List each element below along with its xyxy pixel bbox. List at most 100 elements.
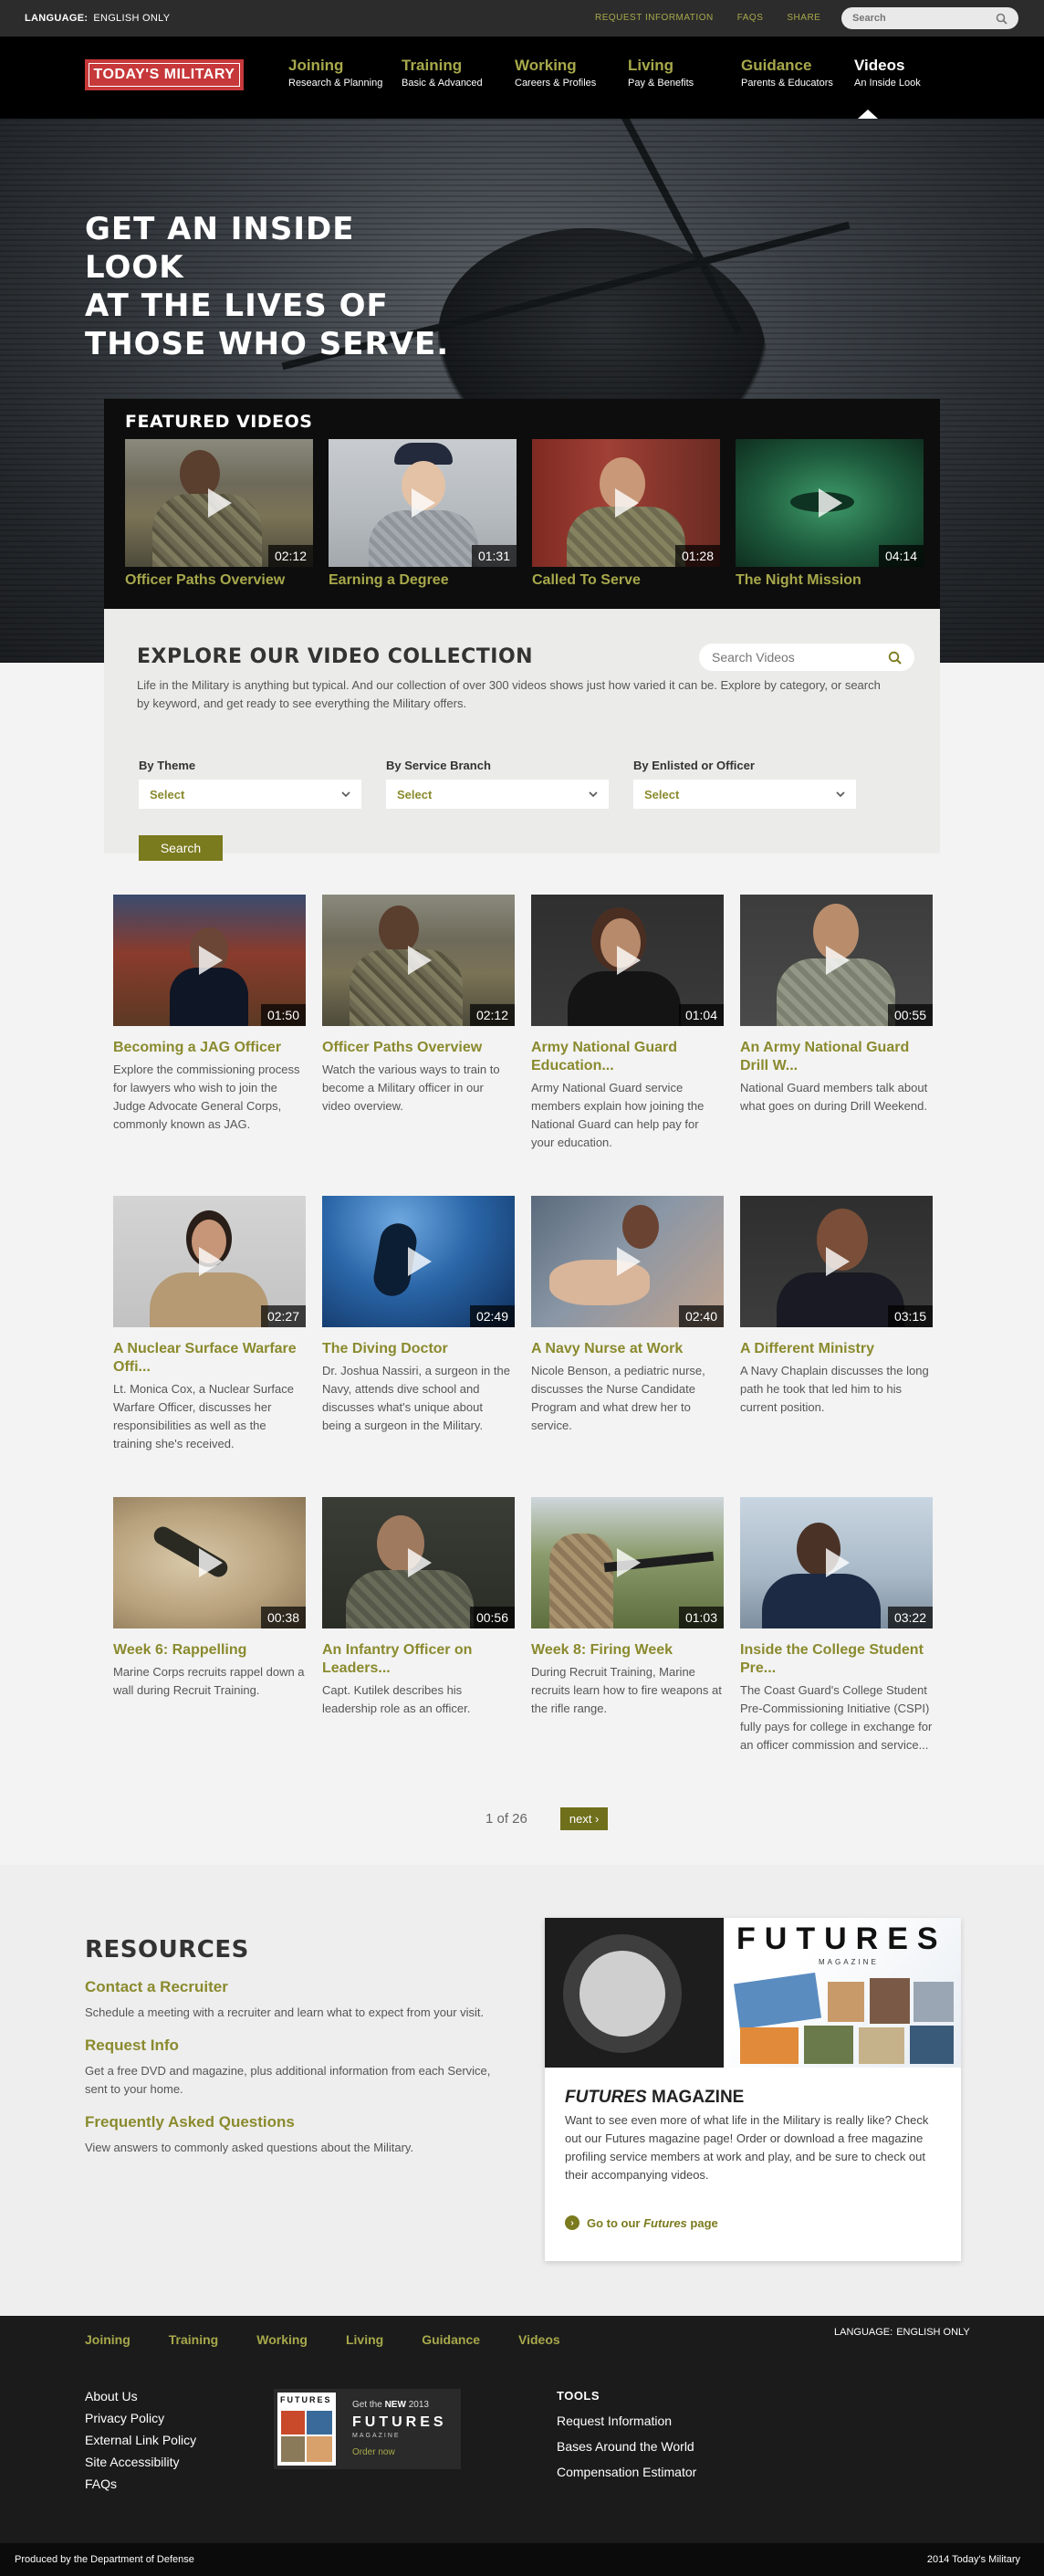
enlisted-officer-select[interactable]: Select	[633, 780, 856, 809]
request-info-link[interactable]: Request Info	[85, 2037, 505, 2055]
footer-nav-joining[interactable]: Joining	[85, 2332, 130, 2347]
footer-nav-training[interactable]: Training	[169, 2332, 218, 2347]
footer-language[interactable]: LANGUAGE: ENGLISH ONLY	[830, 2327, 970, 2338]
search-button[interactable]: Search	[139, 835, 223, 861]
video-search-input[interactable]	[712, 650, 876, 665]
video-title[interactable]: An Army National Guard Drill W...	[740, 1039, 933, 1075]
share-link[interactable]: SHARE	[787, 13, 820, 23]
nav-living[interactable]: Living Pay & Benefits	[628, 57, 741, 89]
nav-videos[interactable]: Videos An Inside Look	[854, 57, 967, 89]
next-page-button[interactable]: next ›	[559, 1807, 609, 1830]
theme-select[interactable]: Select	[139, 780, 361, 809]
promo-text: 2013	[405, 2400, 429, 2410]
featured-video-title[interactable]: Called To Serve	[532, 572, 720, 589]
futures-magazine-image[interactable]: FUTURES MAGAZINE	[545, 1918, 961, 2068]
video-card[interactable]: 03:15 A Different Ministry A Navy Chapla…	[740, 1196, 933, 1497]
about-us-link[interactable]: About Us	[85, 2389, 196, 2403]
page-status: 1 of 26	[485, 1811, 527, 1827]
video-card[interactable]: 02:27 A Nuclear Surface Warfare Offi... …	[113, 1196, 306, 1497]
nav-joining[interactable]: Joining Research & Planning	[288, 57, 402, 89]
nav-subtitle: Parents & Educators	[741, 78, 833, 89]
order-now-link[interactable]: Order now	[352, 2447, 395, 2457]
video-title[interactable]: Army National Guard Education...	[531, 1039, 724, 1075]
language-label: LANGUAGE:	[25, 13, 89, 24]
service-branch-select[interactable]: Select	[386, 780, 609, 809]
video-card[interactable]: 00:55 An Army National Guard Drill W... …	[740, 895, 933, 1196]
nav-working[interactable]: Working Careers & Profiles	[515, 57, 628, 89]
footer-nav-videos[interactable]: Videos	[518, 2332, 560, 2347]
footer-nav-living[interactable]: Living	[346, 2332, 383, 2347]
video-title[interactable]: Week 8: Firing Week	[531, 1641, 724, 1660]
external-link-policy-link[interactable]: External Link Policy	[85, 2433, 196, 2447]
video-title[interactable]: Week 6: Rappelling	[113, 1641, 306, 1660]
featured-video-card[interactable]: 01:31 Earning a Degree	[329, 439, 517, 589]
search-icon[interactable]	[996, 13, 1007, 25]
video-title[interactable]: Inside the College Student Pre...	[740, 1641, 933, 1678]
video-thumbnail: 03:15	[740, 1196, 933, 1327]
play-icon	[198, 1247, 223, 1276]
futures-promo[interactable]: FUTURES Get the NEW 2013 FUTURES MAGAZIN…	[274, 2389, 461, 2469]
video-thumbnail: 02:40	[531, 1196, 724, 1327]
featured-video-card[interactable]: 02:12 Officer Paths Overview	[125, 439, 313, 589]
site-footer: Joining Training Working Living Guidance…	[0, 2316, 1044, 2576]
featured-video-card[interactable]: 04:14 The Night Mission	[736, 439, 924, 589]
video-title[interactable]: The Diving Doctor	[322, 1340, 515, 1358]
play-icon	[407, 1247, 432, 1276]
footer-faqs-link[interactable]: FAQs	[85, 2477, 196, 2491]
video-row: 00:38 Week 6: Rappelling Marine Corps re…	[113, 1497, 934, 1798]
privacy-policy-link[interactable]: Privacy Policy	[85, 2411, 196, 2425]
video-card[interactable]: 02:49 The Diving Doctor Dr. Joshua Nassi…	[322, 1196, 515, 1497]
tool-bases-link[interactable]: Bases Around the World	[557, 2439, 696, 2454]
featured-video-title[interactable]: The Night Mission	[736, 572, 924, 589]
faqs-link[interactable]: FAQS	[737, 13, 764, 23]
video-card[interactable]: 01:03 Week 8: Firing Week During Recruit…	[531, 1497, 724, 1798]
video-title[interactable]: An Infantry Officer on Leaders...	[322, 1641, 515, 1678]
select-value: Select	[397, 787, 433, 801]
site-accessibility-link[interactable]: Site Accessibility	[85, 2455, 196, 2469]
site-search-input[interactable]	[852, 13, 980, 24]
footer-nav-guidance[interactable]: Guidance	[422, 2332, 480, 2347]
video-title[interactable]: A Navy Nurse at Work	[531, 1340, 724, 1358]
language-indicator[interactable]: LANGUAGE: ENGLISH ONLY	[25, 13, 170, 24]
video-card[interactable]: 03:22 Inside the College Student Pre... …	[740, 1497, 933, 1798]
play-icon	[825, 946, 850, 975]
featured-video-title[interactable]: Earning a Degree	[329, 572, 517, 589]
play-icon	[616, 1247, 641, 1276]
contact-recruiter-link[interactable]: Contact a Recruiter	[85, 1978, 505, 1996]
featured-video-card[interactable]: 01:28 Called To Serve	[532, 439, 720, 589]
video-card[interactable]: 02:12 Officer Paths Overview Watch the v…	[322, 895, 515, 1196]
video-card[interactable]: 00:38 Week 6: Rappelling Marine Corps re…	[113, 1497, 306, 1798]
faq-link[interactable]: Frequently Asked Questions	[85, 2113, 505, 2131]
request-information-link[interactable]: REQUEST INFORMATION	[595, 13, 714, 23]
nav-guidance[interactable]: Guidance Parents & Educators	[741, 57, 854, 89]
video-card[interactable]: 02:40 A Navy Nurse at Work Nicole Benson…	[531, 1196, 724, 1497]
site-logo[interactable]: TODAY'S MILITARY	[85, 59, 244, 90]
nav-subtitle: An Inside Look	[854, 78, 921, 89]
video-card[interactable]: 01:04 Army National Guard Education... A…	[531, 895, 724, 1196]
video-card[interactable]: 01:50 Becoming a JAG Officer Explore the…	[113, 895, 306, 1196]
promo-logo: FUTURES	[352, 2414, 447, 2430]
resources-section: RESOURCES Contact a Recruiter Schedule a…	[0, 1865, 1044, 2316]
search-icon[interactable]	[888, 651, 902, 665]
promo-line: Get the NEW 2013	[352, 2400, 429, 2410]
video-thumbnail: 00:56	[322, 1497, 515, 1628]
go-to-futures-link[interactable]: › Go to our Futures page	[565, 2215, 718, 2230]
chevron-down-icon	[341, 791, 350, 798]
video-description: National Guard members talk about what g…	[740, 1081, 928, 1113]
video-title[interactable]: Officer Paths Overview	[322, 1039, 515, 1057]
featured-video-title[interactable]: Officer Paths Overview	[125, 572, 313, 589]
footer-bottom-bar: Produced by the Department of Defense 20…	[0, 2543, 1044, 2576]
play-icon	[198, 946, 223, 975]
video-row: 01:50 Becoming a JAG Officer Explore the…	[113, 895, 934, 1196]
video-card[interactable]: 00:56 An Infantry Officer on Leaders... …	[322, 1497, 515, 1798]
tool-compensation-estimator-link[interactable]: Compensation Estimator	[557, 2465, 696, 2479]
video-title[interactable]: A Different Ministry	[740, 1340, 933, 1358]
video-title[interactable]: Becoming a JAG Officer	[113, 1039, 306, 1057]
tool-request-information-link[interactable]: Request Information	[557, 2414, 696, 2428]
video-title[interactable]: A Nuclear Surface Warfare Offi...	[113, 1340, 306, 1377]
footer-nav-working[interactable]: Working	[256, 2332, 308, 2347]
video-thumbnail: 01:31	[329, 439, 517, 567]
nav-training[interactable]: Training Basic & Advanced	[402, 57, 515, 89]
play-icon	[825, 1247, 850, 1276]
video-duration: 02:27	[260, 1305, 306, 1327]
